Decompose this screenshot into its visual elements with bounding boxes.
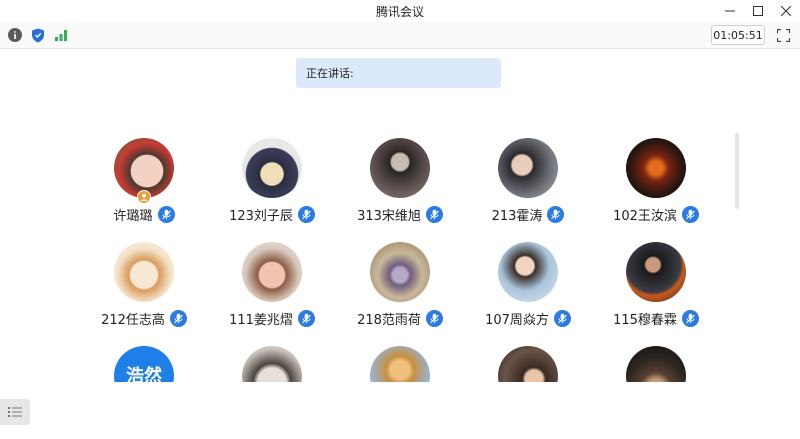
speaking-indicator: 正在讲话: bbox=[296, 58, 501, 88]
shield-icon bbox=[32, 28, 44, 42]
info-icon bbox=[8, 28, 22, 42]
maximize-icon bbox=[753, 6, 763, 16]
close-button[interactable] bbox=[772, 0, 800, 22]
window-controls bbox=[716, 0, 800, 22]
microphone-icon bbox=[681, 309, 699, 327]
participant-name: 许璐璐 bbox=[113, 208, 153, 224]
microphone-icon bbox=[553, 309, 571, 327]
minimize-icon bbox=[725, 10, 735, 12]
microphone-icon bbox=[425, 309, 443, 327]
window-title: 腾讯会议 bbox=[375, 4, 424, 19]
fullscreen-icon bbox=[776, 28, 790, 42]
avatar-text: 浩然 bbox=[126, 366, 162, 382]
participant-tile[interactable]: 212任志高 bbox=[80, 236, 208, 340]
participant-tile[interactable]: 313宋维旭 bbox=[336, 132, 464, 236]
participant-name-row: 123刘子辰 bbox=[208, 204, 336, 224]
avatar bbox=[242, 346, 302, 382]
avatar bbox=[242, 242, 302, 302]
participant-name: 313宋维旭 bbox=[357, 208, 421, 224]
avatar bbox=[498, 346, 558, 382]
participant-tile[interactable]: 115穆春霖 bbox=[592, 236, 720, 340]
participant-name: 111姜兆熠 bbox=[229, 312, 293, 328]
participant-name-row: 107周焱方 bbox=[464, 308, 592, 328]
network-status-button[interactable] bbox=[53, 27, 69, 43]
maximize-button[interactable] bbox=[744, 0, 772, 22]
participant-name-row: 218范雨荷 bbox=[336, 308, 464, 328]
microphone-icon bbox=[425, 205, 443, 223]
avatar bbox=[626, 242, 686, 302]
avatar bbox=[370, 138, 430, 198]
microphone-icon bbox=[547, 205, 565, 223]
participant-tile[interactable]: 102王汝滨 bbox=[592, 132, 720, 236]
participant-list-scrollbar[interactable] bbox=[735, 133, 739, 209]
participant-tile[interactable] bbox=[592, 340, 720, 382]
participant-name-row: 213霍涛 bbox=[464, 204, 592, 224]
participant-tile[interactable] bbox=[464, 340, 592, 382]
avatar bbox=[242, 138, 302, 198]
microphone-icon bbox=[681, 205, 699, 223]
avatar bbox=[498, 242, 558, 302]
participant-tile[interactable]: 107周焱方 bbox=[464, 236, 592, 340]
participant-name: 218范雨荷 bbox=[357, 312, 421, 328]
participant-tile[interactable] bbox=[336, 340, 464, 382]
participant-tile[interactable]: 123刘子辰 bbox=[208, 132, 336, 236]
security-button[interactable] bbox=[30, 27, 46, 43]
avatar bbox=[114, 138, 174, 198]
participant-tile[interactable]: 218范雨荷 bbox=[336, 236, 464, 340]
meeting-timer: 01:05:51 bbox=[711, 25, 765, 45]
speaking-label: 正在讲话: bbox=[306, 67, 354, 80]
avatar bbox=[626, 346, 686, 382]
participant-tile[interactable]: 213霍涛 bbox=[464, 132, 592, 236]
meeting-info-button[interactable] bbox=[7, 27, 23, 43]
avatar: 浩然 bbox=[114, 346, 174, 382]
minimize-button[interactable] bbox=[716, 0, 744, 22]
participant-name: 102王汝滨 bbox=[613, 208, 677, 224]
fullscreen-button[interactable] bbox=[775, 27, 791, 43]
participant-name: 115穆春霖 bbox=[613, 312, 677, 328]
participant-tile[interactable]: 111姜兆熠 bbox=[208, 236, 336, 340]
participant-name: 107周焱方 bbox=[485, 312, 549, 328]
microphone-icon bbox=[297, 309, 315, 327]
close-icon bbox=[781, 6, 791, 16]
avatar bbox=[498, 138, 558, 198]
participant-name-row: 212任志高 bbox=[80, 308, 208, 328]
participant-list-toggle-button[interactable] bbox=[0, 399, 30, 425]
participant-name-row: 313宋维旭 bbox=[336, 204, 464, 224]
avatar bbox=[114, 242, 174, 302]
participant-grid: 许璐璐 123刘子辰 313宋维旭 213霍涛 102王汝滨 212任志高 11… bbox=[80, 132, 720, 382]
participant-name: 212任志高 bbox=[101, 312, 165, 328]
participant-name: 123刘子辰 bbox=[229, 208, 293, 224]
host-icon bbox=[138, 191, 150, 203]
title-bar: 腾讯会议 bbox=[0, 0, 800, 22]
participant-name-row: 许璐璐 bbox=[80, 204, 208, 224]
participant-name: 213霍涛 bbox=[491, 208, 543, 224]
participant-tile[interactable]: 许璐璐 bbox=[80, 132, 208, 236]
avatar bbox=[626, 138, 686, 198]
participant-tile[interactable]: 浩然 bbox=[80, 340, 208, 382]
microphone-icon bbox=[169, 309, 187, 327]
avatar bbox=[370, 346, 430, 382]
participant-name-row: 102王汝滨 bbox=[592, 204, 720, 224]
participant-name-row: 111姜兆熠 bbox=[208, 308, 336, 328]
participant-name-row: 115穆春霖 bbox=[592, 308, 720, 328]
list-icon bbox=[8, 407, 22, 417]
microphone-icon bbox=[297, 205, 315, 223]
microphone-icon bbox=[157, 205, 175, 223]
avatar bbox=[370, 242, 430, 302]
meeting-toolbar: 01:05:51 bbox=[0, 22, 800, 49]
participant-tile[interactable] bbox=[208, 340, 336, 382]
signal-strength-icon bbox=[55, 30, 67, 41]
host-badge bbox=[137, 190, 151, 204]
